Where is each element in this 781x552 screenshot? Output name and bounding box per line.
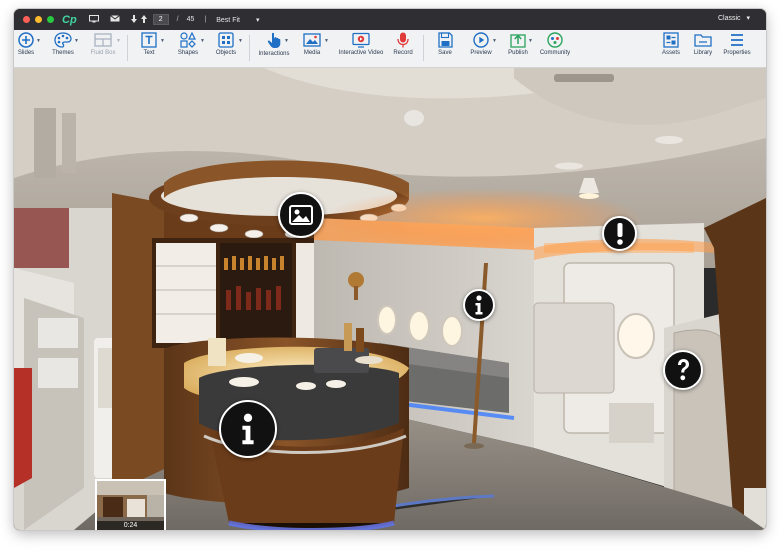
menu-lines-icon (731, 34, 743, 46)
play-circle-icon (473, 32, 489, 48)
preview-label: Preview (470, 50, 492, 56)
objects-label: Objects (215, 50, 237, 56)
fit-mode-value: Best Fit (216, 16, 240, 24)
toolbar-divider (249, 35, 250, 61)
current-slide-input[interactable]: 2 (152, 14, 169, 25)
mail-icon[interactable] (109, 15, 120, 24)
info-icon (475, 295, 483, 315)
chevron-down-icon: ▾ (746, 15, 750, 22)
palette-icon (54, 32, 72, 48)
interactions-label: Interactions (258, 51, 290, 57)
info-hotspot-large[interactable] (219, 400, 277, 458)
assets-label: Assets (661, 50, 680, 56)
video-thumbnail[interactable]: 0:24 (95, 479, 166, 530)
workspace-value: Classic (717, 15, 741, 22)
publish-button[interactable]: Publish (504, 32, 532, 56)
titlebar-separator: | (204, 16, 207, 23)
total-slides: 45 (186, 16, 195, 23)
record-label: Record (393, 50, 413, 56)
chevron-down-icon[interactable]: ▼ (528, 38, 533, 44)
plus-circle-icon (18, 32, 34, 48)
chevron-down-icon[interactable]: ▼ (324, 38, 329, 44)
thumbnail-timestamp: 0:24 (97, 521, 164, 530)
chevron-down-icon[interactable]: ▼ (238, 38, 243, 44)
microphone-icon (397, 32, 409, 48)
text-button[interactable]: Text (136, 32, 162, 56)
video-icon (352, 32, 370, 48)
alert-hotspot[interactable] (602, 216, 637, 251)
text-icon (141, 32, 157, 48)
save-label: Save (438, 50, 452, 56)
monitor-icon[interactable] (88, 14, 99, 25)
info-hotspot-small[interactable] (463, 289, 495, 321)
fluid-box-label: Fluid Box (90, 50, 116, 56)
shapes-icon (180, 32, 196, 48)
text-label: Text (143, 50, 155, 56)
aircraft-cabin-panorama (14, 68, 766, 530)
slides-button[interactable]: Slides (14, 32, 38, 56)
hand-pointer-icon (267, 32, 281, 48)
slide-stage[interactable]: 0:24 (14, 68, 766, 530)
record-button[interactable]: Record (390, 32, 416, 56)
media-label: Media (303, 50, 321, 56)
library-label: Library (693, 50, 713, 56)
exclamation-icon (616, 222, 623, 245)
fluid-box-button[interactable]: Fluid Box (88, 32, 118, 56)
chevron-down-icon[interactable]: ▼ (160, 38, 165, 44)
interactions-button[interactable]: Interactions (256, 32, 292, 57)
chevron-down-icon[interactable]: ▼ (116, 38, 121, 44)
minimize-window-button[interactable] (35, 16, 42, 23)
title-bar: Cp 2 / 45 | Best Fit ▾ Classic ▾ (14, 9, 766, 30)
publish-icon (510, 34, 526, 48)
shapes-button[interactable]: Shapes (174, 32, 202, 56)
properties-label: Properties (723, 50, 751, 56)
interactive-video-button[interactable]: Interactive Video (334, 32, 388, 56)
workspace-select[interactable]: Classic ▾ (718, 14, 750, 22)
interactive-video-label: Interactive Video (338, 50, 384, 56)
app-logo: Cp (62, 13, 77, 26)
community-button[interactable]: Community (536, 32, 574, 56)
toolbar-divider (127, 35, 128, 61)
chevron-down-icon[interactable]: ▼ (74, 38, 79, 44)
chevron-down-icon[interactable]: ▼ (200, 38, 205, 44)
chevron-down-icon[interactable]: ▼ (492, 38, 497, 44)
chevron-down-icon: ▾ (255, 16, 260, 24)
floppy-disk-icon (437, 32, 453, 48)
image-hotspot[interactable] (278, 192, 324, 238)
assets-icon (663, 32, 679, 48)
shapes-label: Shapes (177, 50, 199, 56)
objects-icon (218, 32, 234, 48)
fit-mode-select[interactable]: Best Fit ▾ (216, 16, 259, 24)
question-hotspot[interactable] (663, 350, 703, 390)
chevron-down-icon[interactable]: ▼ (284, 38, 289, 44)
community-icon (547, 32, 563, 48)
preview-button[interactable]: Preview (466, 32, 496, 56)
assets-button[interactable]: Assets (659, 32, 683, 56)
properties-button[interactable]: Properties (720, 32, 754, 56)
fluid-box-icon (94, 33, 112, 47)
library-button[interactable]: Library (690, 32, 716, 56)
themes-button[interactable]: Themes (50, 32, 76, 56)
next-slide-arrow-icon[interactable] (130, 14, 137, 25)
captivate-window: Cp 2 / 45 | Best Fit ▾ Classic ▾ Slides (14, 9, 766, 530)
objects-button[interactable]: Objects (212, 32, 240, 56)
question-icon (678, 359, 689, 381)
chevron-down-icon[interactable]: ▼ (36, 38, 41, 44)
themes-label: Themes (52, 50, 74, 56)
media-button[interactable]: Media (298, 32, 326, 56)
toolbar-divider (423, 35, 424, 61)
image-icon (289, 205, 313, 225)
slide-divider: / (176, 16, 179, 23)
save-button[interactable]: Save (432, 32, 458, 56)
main-toolbar: Slides ▼ Themes ▼ Fluid Box ▼ Text ▼ Sha… (14, 30, 766, 68)
publish-label: Publish (508, 50, 528, 56)
close-window-button[interactable] (23, 16, 30, 23)
image-icon (303, 33, 321, 47)
slides-label: Slides (17, 50, 35, 56)
info-icon (242, 413, 254, 445)
previous-slide-arrow-icon[interactable] (140, 14, 147, 25)
maximize-window-button[interactable] (47, 16, 54, 23)
community-label: Community (539, 50, 571, 56)
library-icon (694, 34, 712, 47)
